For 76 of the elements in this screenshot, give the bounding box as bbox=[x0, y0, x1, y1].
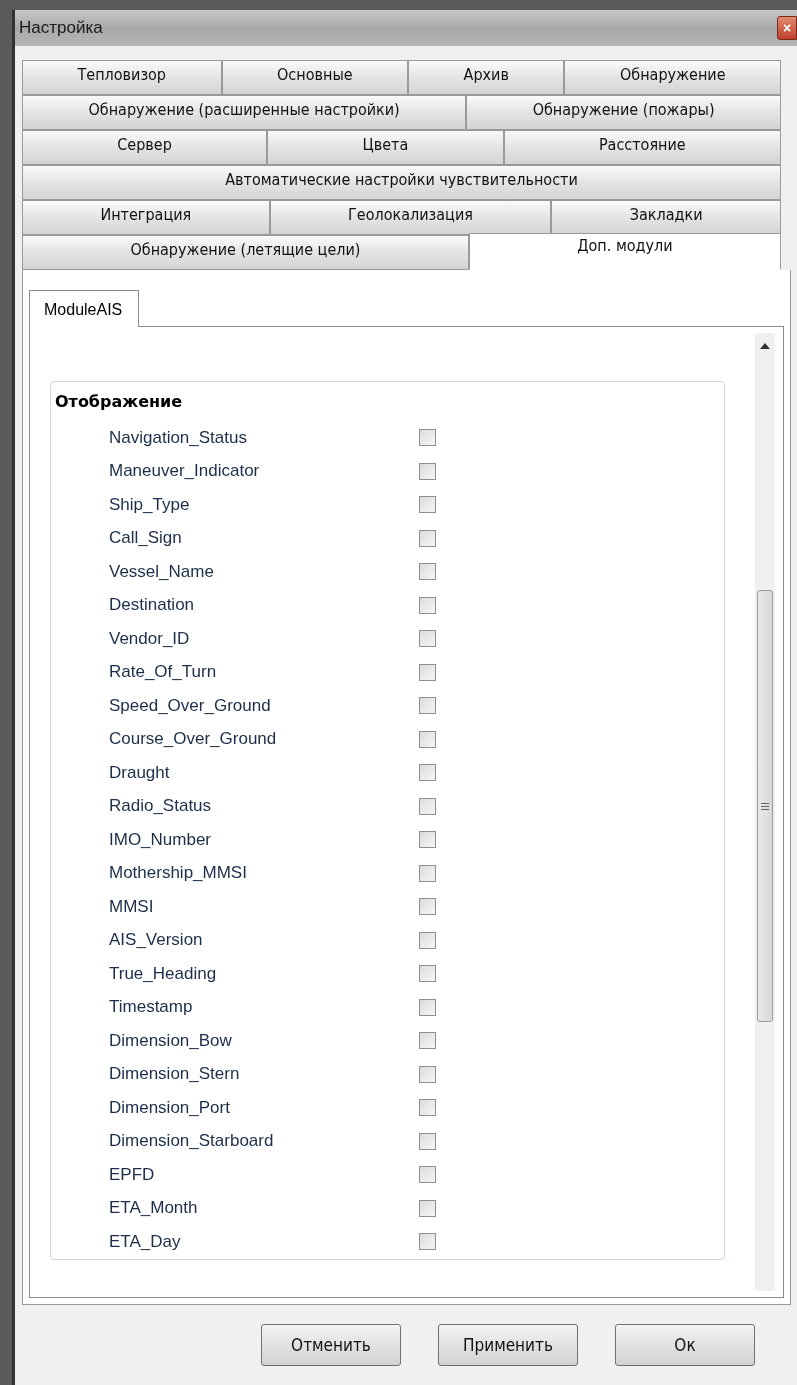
checkbox[interactable] bbox=[419, 429, 436, 447]
option-label: Draught bbox=[109, 762, 171, 783]
tab[interactable]: Тепловизор bbox=[22, 60, 222, 95]
checkbox[interactable] bbox=[419, 1132, 436, 1150]
option-label: ETA_Day bbox=[109, 1231, 182, 1252]
option-label: Destination bbox=[109, 595, 196, 616]
option-label: Vessel_Name bbox=[109, 561, 215, 582]
tab[interactable]: Обнаружение bbox=[564, 60, 781, 95]
tab[interactable]: Расстояние bbox=[503, 130, 781, 165]
checkbox[interactable] bbox=[419, 462, 436, 480]
tab[interactable]: Доп. модули bbox=[468, 233, 781, 270]
tab[interactable]: Сервер bbox=[22, 130, 268, 165]
dialog-button[interactable]: Применить bbox=[438, 1324, 578, 1366]
close-button[interactable]: × bbox=[777, 16, 797, 40]
checkbox[interactable] bbox=[419, 998, 436, 1016]
checkbox[interactable] bbox=[419, 931, 436, 949]
scrollbar[interactable] bbox=[755, 333, 775, 1291]
option-label: Dimension_Stern bbox=[109, 1064, 241, 1085]
dialog-button[interactable]: Ок bbox=[615, 1324, 755, 1366]
tab[interactable]: Основные bbox=[221, 60, 409, 95]
group-title: Отображение bbox=[53, 392, 185, 411]
checkbox[interactable] bbox=[419, 1099, 436, 1117]
checkbox[interactable] bbox=[419, 663, 436, 681]
option-label: Maneuver_Indicator bbox=[109, 461, 261, 482]
option-label: Dimension_Port bbox=[109, 1097, 231, 1118]
option-label: True_Heading bbox=[109, 963, 218, 984]
scroll-up-icon[interactable] bbox=[760, 343, 770, 349]
tab[interactable]: Обнаружение (пожары) bbox=[466, 95, 781, 130]
checkbox[interactable] bbox=[419, 764, 436, 782]
tab[interactable]: Геолокализация bbox=[269, 200, 552, 235]
checkbox[interactable] bbox=[419, 730, 436, 748]
option-label: Vendor_ID bbox=[109, 628, 191, 649]
window-title: Настройка bbox=[19, 18, 103, 38]
option-label: AIS_Version bbox=[109, 930, 204, 951]
checkbox[interactable] bbox=[419, 563, 436, 581]
checkbox[interactable] bbox=[419, 1166, 436, 1184]
tab[interactable]: Автоматические настройки чувствительности bbox=[22, 165, 781, 200]
checkbox[interactable] bbox=[419, 797, 436, 815]
option-label: Speed_Over_Ground bbox=[109, 695, 272, 716]
option-label: Ship_Type bbox=[109, 494, 191, 515]
tab[interactable]: Закладки bbox=[551, 200, 781, 235]
option-label: Course_Over_Ground bbox=[109, 729, 278, 750]
option-label: ETA_Month bbox=[109, 1198, 199, 1219]
option-label: Timestamp bbox=[109, 997, 194, 1018]
checkbox[interactable] bbox=[419, 831, 436, 849]
option-label: Dimension_Bow bbox=[109, 1030, 233, 1051]
option-label: Rate_Of_Turn bbox=[109, 662, 218, 683]
option-label: Dimension_Starboard bbox=[109, 1131, 275, 1152]
checkbox[interactable] bbox=[419, 697, 436, 715]
checkbox[interactable] bbox=[419, 1233, 436, 1251]
scroll-thumb[interactable] bbox=[757, 590, 773, 1022]
tab[interactable]: Обнаружение (расширенные настройки) bbox=[22, 95, 467, 130]
option-label: Call_Sign bbox=[109, 528, 183, 549]
checkbox[interactable] bbox=[419, 1065, 436, 1083]
tab[interactable]: Цвета bbox=[267, 130, 504, 165]
tab[interactable]: ModuleAIS bbox=[29, 290, 140, 327]
grip-icon bbox=[761, 802, 769, 810]
option-label: EPFD bbox=[109, 1164, 156, 1185]
checkbox[interactable] bbox=[419, 596, 436, 614]
checkbox[interactable] bbox=[419, 864, 436, 882]
option-label: Navigation_Status bbox=[109, 427, 248, 448]
checkbox[interactable] bbox=[419, 1032, 436, 1050]
checkbox[interactable] bbox=[419, 898, 436, 916]
checkbox[interactable] bbox=[419, 630, 436, 648]
option-label: IMO_Number bbox=[109, 829, 213, 850]
checkbox[interactable] bbox=[419, 1199, 436, 1217]
checkbox[interactable] bbox=[419, 965, 436, 983]
option-label: Radio_Status bbox=[109, 796, 213, 817]
option-label: Mothership_MMSI bbox=[109, 863, 248, 884]
dialog-button[interactable]: Отменить bbox=[261, 1324, 401, 1366]
checkbox[interactable] bbox=[419, 529, 436, 547]
option-label: MMSI bbox=[109, 896, 155, 917]
checkbox[interactable] bbox=[419, 496, 436, 514]
tab[interactable]: Обнаружение (летящие цели) bbox=[22, 235, 469, 270]
tab[interactable]: Интеграция bbox=[22, 200, 270, 235]
tab[interactable]: Архив bbox=[408, 60, 565, 95]
